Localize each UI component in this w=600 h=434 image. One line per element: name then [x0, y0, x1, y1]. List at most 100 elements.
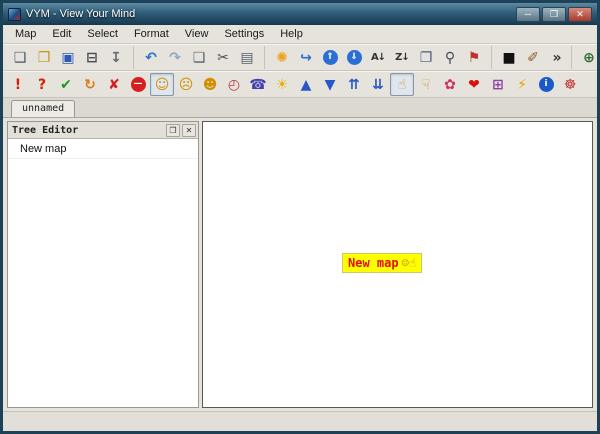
sort-az-icon: A↓ — [371, 53, 385, 63]
tab-bar: unnamed — [3, 98, 597, 118]
flag-info-button[interactable]: i — [534, 73, 558, 96]
menu-help[interactable]: Help — [272, 26, 311, 42]
relink-branch-button[interactable]: ↪ — [294, 46, 318, 69]
sort-children-za-button[interactable]: Z↓ — [390, 46, 414, 69]
flag-stop-button[interactable]: — — [126, 73, 150, 96]
flag-2arrow-down-button[interactable]: ⇊ — [366, 73, 390, 96]
open-map-button[interactable]: ❒ — [32, 46, 56, 69]
new-map-button[interactable]: ❑ — [8, 46, 32, 69]
copy-button[interactable]: ❏ — [187, 46, 211, 69]
toolbar-group: ✺ ↪ ⇑ ⇓ A↓ Z↓❐ ⚲ ⚑ — [264, 46, 488, 69]
map-node-flags: ☺☝ — [402, 256, 416, 270]
flag-lamp-button[interactable]: ☀ — [270, 73, 294, 96]
titlebar[interactable]: VYM - View Your Mind ─ ❐ ✕ — [3, 3, 597, 25]
chevron-right-icon: » — [552, 51, 561, 65]
smiley-happy-icon: ☺ — [402, 256, 409, 270]
lamp-icon: ☀ — [276, 78, 289, 92]
cross-icon: ✘ — [108, 78, 120, 92]
hide-in-export-button[interactable]: ⚑ — [462, 46, 486, 69]
menu-format[interactable]: Format — [126, 26, 177, 42]
map-canvas[interactable]: New map ☺☝ — [202, 121, 593, 408]
clipboard-icon: ▤ — [240, 51, 253, 65]
zoom-in-button[interactable]: ⊕ — [577, 46, 600, 69]
map-node-new-map[interactable]: New map ☺☝ — [342, 253, 422, 273]
maximize-button[interactable]: ❐ — [542, 7, 566, 22]
flag-phone-button[interactable]: ☎ — [246, 73, 270, 96]
flag-2arrow-up-button[interactable]: ⇈ — [342, 73, 366, 96]
menu-settings[interactable]: Settings — [216, 26, 272, 42]
scissors-icon: ✂ — [217, 51, 229, 65]
tree-editor-titlebar[interactable]: Tree Editor ❐ ✕ — [8, 122, 198, 139]
export-map-button[interactable]: ↧ — [104, 46, 128, 69]
map-node-label: New map — [348, 256, 399, 270]
smiley-surprised-icon: ☻ — [203, 78, 218, 92]
cut-button[interactable]: ✂ — [211, 46, 235, 69]
thumb-up-icon: ☝ — [409, 256, 416, 270]
move-branch-down-button[interactable]: ⇓ — [342, 46, 366, 69]
vym-app-icon — [8, 8, 21, 21]
minimize-button[interactable]: ─ — [516, 7, 540, 22]
rose-icon: ✿ — [444, 78, 456, 92]
window-title: VYM - View Your Mind — [26, 8, 511, 20]
flag-cross-button[interactable]: ✘ — [102, 73, 126, 96]
close-panel-button[interactable]: ✕ — [182, 124, 196, 137]
flag-thumb-up-button[interactable]: ☝ — [390, 73, 414, 96]
flag-clock-button[interactable]: ◴ — [222, 73, 246, 96]
stop-sign-icon: — — [131, 77, 146, 92]
flag-arrow-up-button[interactable]: ▲ — [294, 73, 318, 96]
flag-thumb-down-button[interactable]: ☟ — [414, 73, 438, 96]
flag-lifebelt-button[interactable]: ☸ — [558, 73, 582, 96]
flag-heart-button[interactable]: ❤ — [462, 73, 486, 96]
tree-editor-panel: Tree Editor ❐ ✕ New map — [7, 121, 199, 408]
move-branch-up-button[interactable]: ⇑ — [318, 46, 342, 69]
flag-smiley-good-button[interactable]: ☺ — [150, 73, 174, 96]
double-arrow-up-icon: ⇈ — [348, 78, 360, 92]
menu-edit[interactable]: Edit — [44, 26, 79, 42]
circle-up-arrow-icon: ⇑ — [323, 50, 338, 65]
toolbar-overflow-button[interactable]: » — [545, 46, 569, 69]
floppy-disk-icon: ▣ — [61, 51, 74, 65]
lifebelt-icon: ☸ — [564, 78, 577, 92]
toolbar-group: ↶↷ ❏ ✂ ▤ — [133, 46, 261, 69]
copy-icon: ❏ — [193, 51, 206, 65]
flag-smiley-omg-button[interactable]: ☻ — [198, 73, 222, 96]
curved-arrow-icon: ↪ — [300, 51, 312, 65]
menu-select[interactable]: Select — [79, 26, 126, 42]
standard-color-button[interactable]: ■ — [497, 46, 521, 69]
smiley-happy-icon: ☺ — [155, 78, 170, 92]
toggle-scroll-button[interactable]: ❐ — [414, 46, 438, 69]
flag-smiley-sad-button[interactable]: ☹ — [174, 73, 198, 96]
add-branch-button[interactable]: ✺ — [270, 46, 294, 69]
double-arrow-down-icon: ⇊ — [372, 78, 384, 92]
tree-list: New map — [8, 139, 198, 407]
tree-editor-title: Tree Editor — [12, 125, 78, 136]
float-panel-button[interactable]: ❐ — [166, 124, 180, 137]
color-picker-button[interactable]: ✐ — [521, 46, 545, 69]
paste-button[interactable]: ▤ — [235, 46, 259, 69]
lightning-icon: ⚡ — [517, 78, 527, 92]
undo-button[interactable]: ↶ — [139, 46, 163, 69]
sort-children-az-button[interactable]: A↓ — [366, 46, 390, 69]
flag-wip-button[interactable]: ↻ — [78, 73, 102, 96]
menu-map[interactable]: Map — [7, 26, 44, 42]
thumb-down-icon: ☟ — [422, 78, 431, 92]
flag-flash-button[interactable]: ⚡ — [510, 73, 534, 96]
alarm-clock-icon: ◴ — [228, 78, 240, 92]
status-bar — [3, 411, 597, 431]
print-button[interactable]: ⊟ — [80, 46, 104, 69]
save-map-button[interactable]: ▣ — [56, 46, 80, 69]
flag-present-button[interactable]: ⊞ — [486, 73, 510, 96]
menu-view[interactable]: View — [177, 26, 217, 42]
tree-item[interactable]: New map — [8, 139, 198, 159]
flag-question-button[interactable]: ? — [30, 73, 54, 96]
magnifier-icon: ⚲ — [445, 51, 455, 65]
find-button[interactable]: ⚲ — [438, 46, 462, 69]
redo-button[interactable]: ↷ — [163, 46, 187, 69]
flag-rose-button[interactable]: ✿ — [438, 73, 462, 96]
tab-unnamed[interactable]: unnamed — [11, 100, 75, 117]
flag-ok-button[interactable]: ✔ — [54, 73, 78, 96]
close-button[interactable]: ✕ — [568, 7, 592, 22]
flag-arrow-down-button[interactable]: ▼ — [318, 73, 342, 96]
info-icon: i — [539, 77, 554, 92]
flag-exclamation-button[interactable]: ! — [6, 73, 30, 96]
